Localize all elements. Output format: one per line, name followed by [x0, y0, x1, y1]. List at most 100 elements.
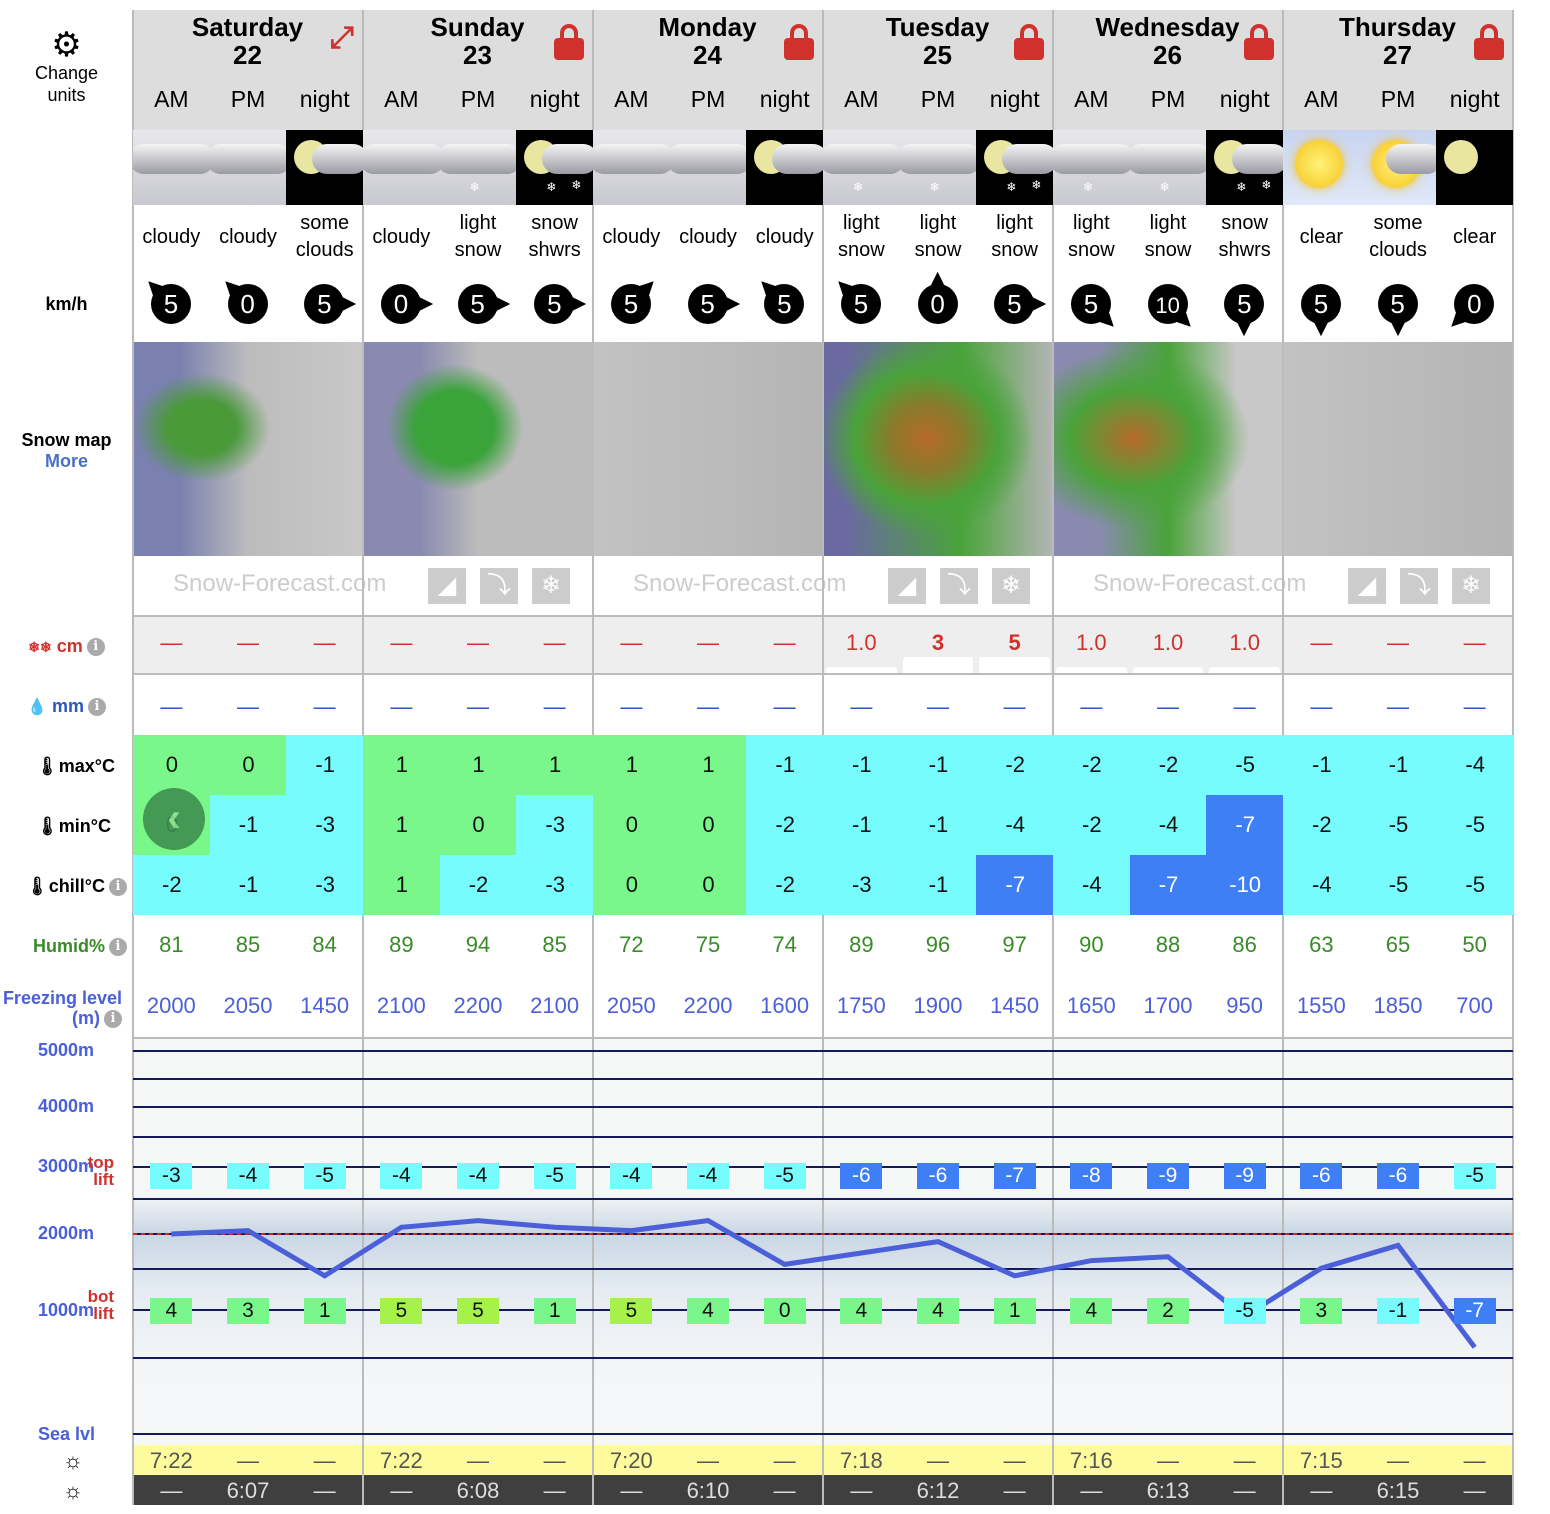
top-lift-temp: -5 — [303, 1163, 346, 1189]
sunset-time: 6:12 — [916, 1478, 960, 1503]
wind-speed: 5 — [317, 289, 332, 319]
snow-map[interactable] — [593, 342, 823, 556]
period-label: night — [989, 86, 1040, 112]
max-temp-cell: -1 — [286, 735, 364, 795]
snow-map-more-link[interactable]: More — [0, 451, 133, 472]
info-icon[interactable]: i — [87, 698, 106, 717]
chill-temp-cell: -5 — [1359, 855, 1438, 915]
raindrop-icon: 💧 — [27, 699, 47, 716]
snow-depth-icon[interactable]: ⤵ — [1400, 568, 1438, 604]
wind-speed-badge: 5 ▲ — [1224, 284, 1265, 345]
max-temp-cell: -2 — [1129, 735, 1208, 795]
max-temp-cell: -2 — [976, 735, 1054, 795]
freezing-level-value: 2200 — [453, 993, 503, 1018]
chill-temp-cell: -7 — [976, 855, 1054, 915]
bot-lift-temp: 4 — [917, 1298, 959, 1324]
lock-icon[interactable] — [1474, 24, 1504, 60]
snow-map[interactable] — [363, 342, 593, 556]
min-temp-cell: -2 — [1283, 795, 1361, 855]
humidity-value: 88 — [1155, 932, 1181, 957]
snow-layer-icon[interactable]: ◢ — [888, 568, 926, 604]
top-lift-temp: -4 — [687, 1163, 729, 1189]
expand-icon[interactable]: ⤢ — [330, 23, 354, 53]
chill-temp-cell: -7 — [1129, 855, 1208, 915]
snow-amount: 1.0 — [1152, 630, 1184, 655]
min-temp-cell: 0 — [593, 795, 671, 855]
sunrise-time: 7:22 — [379, 1448, 423, 1473]
info-icon[interactable]: i — [109, 878, 127, 897]
snowflake-layer-icon[interactable]: ❄ — [992, 568, 1030, 604]
top-lift-temp: -4 — [227, 1163, 269, 1189]
wind-speed-badge: 5 ▲ — [994, 284, 1055, 324]
freezing-level-value: 1750 — [836, 993, 886, 1018]
freezing-level-value: 1450 — [990, 993, 1040, 1018]
period-label: AM — [384, 86, 419, 112]
chill-temp-cell: -3 — [516, 855, 594, 915]
weather-cloud-icon — [669, 130, 747, 205]
humidity-value: 63 — [1309, 932, 1334, 957]
min-temp-cell: -4 — [976, 795, 1054, 855]
day-header: Wednesday 26 — [1053, 10, 1283, 70]
info-icon[interactable]: i — [86, 638, 105, 657]
wind-direction-arrow-icon: ▲ — [1025, 291, 1056, 317]
snow-depth-icon[interactable]: ⤵ — [480, 568, 518, 604]
bot-lift-temp: -1 — [1377, 1298, 1419, 1324]
max-temp-cell: -5 — [1206, 735, 1284, 795]
freezing-level-value: 1700 — [1143, 993, 1193, 1018]
lock-icon[interactable] — [784, 24, 814, 60]
sunrise-time: — — [773, 1448, 796, 1473]
top-lift-label: top lift — [87, 1153, 114, 1189]
snow-map[interactable] — [823, 342, 1053, 556]
snow-forecast-logo[interactable]: Snow-Forecast.com — [1093, 570, 1306, 598]
lock-icon[interactable] — [1244, 24, 1274, 60]
day-header: Monday 24 — [593, 10, 823, 70]
freezing-level-value: 2050 — [606, 993, 656, 1018]
freezing-level-value: 1900 — [913, 993, 963, 1018]
chill-temp-cell: -5 — [1436, 855, 1514, 915]
rain-amount: — — [466, 694, 489, 719]
snow-map[interactable] — [1053, 342, 1283, 556]
snow-amount: — — [773, 630, 796, 655]
snowflake-layer-icon[interactable]: ❄ — [532, 568, 570, 604]
bot-lift-temp: 4 — [150, 1298, 193, 1324]
snowflake-layer-icon[interactable]: ❄ — [1452, 568, 1490, 604]
snow-depth-icon[interactable]: ⤵ — [940, 568, 978, 604]
weather-summary: cloudy — [372, 225, 431, 248]
weather-night-snow-icon: ❄ ❄ — [1206, 130, 1283, 205]
snow-forecast-logo[interactable]: Snow-Forecast.com — [173, 570, 386, 598]
lock-icon[interactable] — [1014, 24, 1044, 60]
change-units-button[interactable]: ⚙ Change units — [0, 28, 133, 106]
sunset-time: — — [313, 1478, 336, 1503]
weather-cloud-icon — [593, 130, 670, 205]
wind-speed: 5 — [547, 289, 562, 319]
rain-amount: — — [390, 694, 413, 719]
weather-sun-icon — [1283, 130, 1360, 205]
wind-speed-badge: 5 ▲ — [1071, 284, 1129, 342]
rain-amount: — — [543, 694, 566, 719]
green-back-button[interactable]: ‹ — [143, 788, 205, 850]
snow-layer-icon[interactable]: ◢ — [428, 568, 466, 604]
chill-temp-cell: -4 — [1053, 855, 1131, 915]
snow-layer-icon[interactable]: ◢ — [1348, 568, 1386, 604]
max-temp-cell: 1 — [439, 735, 518, 795]
weather-night-cloud-icon — [746, 130, 823, 205]
snow-amount: — — [1386, 630, 1409, 655]
info-icon[interactable]: i — [109, 938, 127, 957]
wind-speed-badge: 5 ▲ — [457, 284, 519, 324]
top-lift-temp: -5 — [763, 1163, 806, 1189]
top-lift-temp: -4 — [380, 1163, 423, 1189]
humidity-value: 97 — [1002, 932, 1027, 957]
weather-summary: light snow — [1144, 212, 1192, 261]
wind-direction-arrow-icon: ▲ — [412, 291, 442, 317]
snow-map[interactable] — [133, 342, 363, 556]
lock-icon[interactable] — [554, 24, 584, 60]
rain-amount: — — [1233, 694, 1256, 719]
wind-speed-badge: 5 ▲ — [534, 284, 595, 324]
sunrise-time: — — [1386, 1448, 1409, 1473]
snow-map-label: Snow map More — [0, 430, 133, 472]
snow-map[interactable] — [1283, 342, 1513, 556]
info-icon[interactable]: i — [104, 1010, 122, 1029]
sunrise-time: — — [1233, 1448, 1256, 1473]
snow-forecast-logo[interactable]: Snow-Forecast.com — [633, 570, 846, 598]
sunrise-icon: ☼ — [62, 1448, 84, 1473]
